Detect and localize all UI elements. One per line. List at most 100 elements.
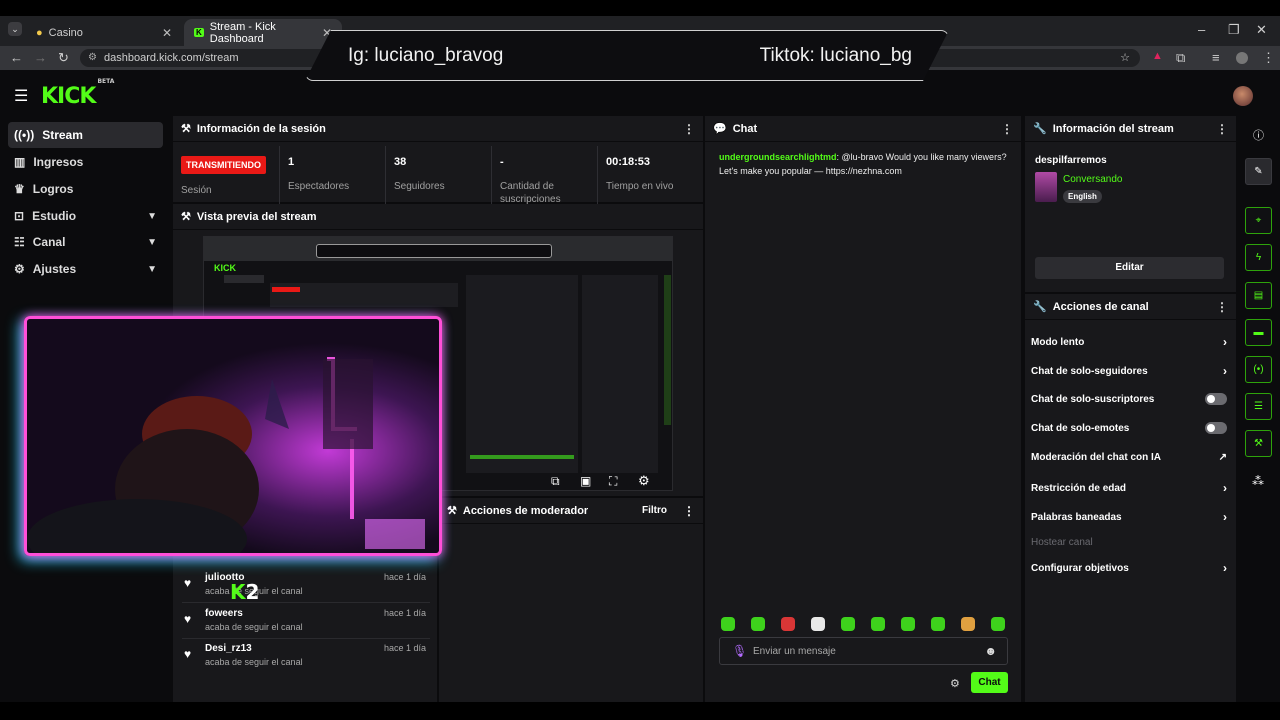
- edit-layout-button[interactable]: ✎: [1245, 158, 1272, 185]
- follower-time: hace 1 día: [383, 643, 426, 653]
- stat-label: Espectadores: [288, 181, 350, 192]
- lightning-icon: ϟ: [1255, 252, 1262, 263]
- sidebar-item-estudio[interactable]: ⊡ Estudio ▼: [8, 203, 163, 229]
- player-settings-icon[interactable]: ⚙: [638, 473, 650, 489]
- beta-tag: BETA: [97, 77, 115, 85]
- stat-followers: 38 Seguidores: [385, 146, 491, 204]
- pencil-icon: ✎: [1254, 166, 1263, 177]
- action-label: Palabras baneadas: [1031, 511, 1122, 523]
- widgets-icon[interactable]: ⁂: [1252, 474, 1264, 488]
- filter-button[interactable]: Filtro: [642, 505, 667, 516]
- action-ai-moderation[interactable]: Moderación del chat con IA ↗: [1031, 452, 1227, 463]
- emote-icon[interactable]: [811, 617, 825, 631]
- theater-mode-icon[interactable]: ▣: [580, 474, 591, 488]
- rail-broadcast-button[interactable]: (•): [1245, 356, 1272, 383]
- chevron-down-icon[interactable]: ▼: [147, 264, 157, 275]
- hamburger-menu-icon[interactable]: ☰: [14, 86, 28, 106]
- chevron-right-icon: ›: [1223, 561, 1227, 575]
- emote-icon[interactable]: [721, 617, 735, 631]
- action-followers-only[interactable]: Chat de solo-seguidores ›: [1031, 364, 1227, 378]
- rail-lightning-button[interactable]: ϟ: [1245, 244, 1272, 271]
- chevron-down-icon[interactable]: ▼: [147, 237, 157, 248]
- chevron-down-icon[interactable]: ▼: [147, 211, 157, 222]
- more-options-icon[interactable]: ⋮: [1216, 122, 1228, 136]
- sidebar-item-logros[interactable]: ♛ Logros: [8, 176, 163, 202]
- reload-icon[interactable]: ↻: [58, 50, 69, 66]
- sidebar-item-ajustes[interactable]: ⚙ Ajustes ▼: [8, 256, 163, 282]
- action-banned-words[interactable]: Palabras baneadas ›: [1031, 510, 1227, 524]
- action-label: Modo lento: [1031, 336, 1085, 348]
- site-info-icon[interactable]: ⚙: [88, 49, 97, 67]
- emotes-only-toggle[interactable]: [1205, 422, 1227, 434]
- heart-icon: ♥: [184, 576, 192, 590]
- live-badge: TRANSMITIENDO: [181, 156, 266, 174]
- send-chat-button[interactable]: Chat: [971, 672, 1008, 693]
- info-icon[interactable]: ⓘ: [1253, 127, 1264, 143]
- forward-icon[interactable]: →: [34, 50, 47, 65]
- browser-tab-kick[interactable]: K Stream - Kick Dashboard ✕: [184, 19, 342, 46]
- more-options-icon[interactable]: ⋮: [1216, 300, 1228, 314]
- session-info-panel: ⚒ Información de la sesión ⋮ TRANSMITIEN…: [173, 116, 703, 205]
- preview-overlay-bar: [316, 244, 552, 258]
- fullscreen-icon[interactable]: ⛶: [609, 474, 617, 489]
- more-options-icon[interactable]: ⋮: [1001, 122, 1013, 136]
- back-icon[interactable]: ←: [10, 50, 23, 65]
- emoji-picker-icon[interactable]: ☻: [984, 644, 997, 658]
- minimize-icon[interactable]: –: [1198, 22, 1205, 37]
- sidebar-item-stream[interactable]: ((•)) Stream: [8, 122, 163, 148]
- preview-sidebar-item: [224, 275, 264, 283]
- tab-search-icon[interactable]: ⌄: [8, 22, 22, 36]
- extensions-puzzle-icon[interactable]: ⧉: [1176, 50, 1185, 66]
- follower-action: acaba de seguir el canal: [205, 657, 303, 667]
- follower-name[interactable]: foweers: [205, 608, 243, 619]
- emote-icon[interactable]: [931, 617, 945, 631]
- emote-icon[interactable]: [991, 617, 1005, 631]
- app: ⌄ ● Casino ✕ K Stream - Kick Dashboard ✕…: [0, 0, 1280, 720]
- bookmark-star-icon[interactable]: ☆: [1120, 49, 1130, 67]
- kick-logo[interactable]: KICKBETA: [41, 78, 114, 109]
- chat-settings-icon[interactable]: ⚙: [950, 677, 960, 690]
- close-window-icon[interactable]: ✕: [1256, 22, 1267, 38]
- emote-icon[interactable]: [901, 617, 915, 631]
- more-options-icon[interactable]: ⋮: [683, 504, 695, 518]
- edit-stream-button[interactable]: Editar: [1035, 257, 1224, 279]
- url-text: dashboard.kick.com/stream: [104, 52, 239, 64]
- maximize-icon[interactable]: ❐: [1228, 22, 1240, 38]
- action-set-goals[interactable]: Configurar objetivos ›: [1031, 561, 1227, 575]
- subscribers-only-toggle[interactable]: [1205, 393, 1227, 405]
- emote-icon[interactable]: [871, 617, 885, 631]
- extension-icon[interactable]: ▲: [1152, 50, 1163, 62]
- action-slow-mode[interactable]: Modo lento ›: [1031, 335, 1227, 349]
- emote-icon[interactable]: [841, 617, 855, 631]
- rail-document-button[interactable]: ▤: [1245, 282, 1272, 309]
- sidebar-item-label: Estudio: [32, 209, 77, 223]
- sidebar-item-label: Canal: [32, 235, 66, 249]
- rail-session-button[interactable]: ⌖: [1245, 207, 1272, 234]
- category-name[interactable]: Conversando: [1063, 174, 1122, 185]
- rail-tools-button[interactable]: ⚒: [1245, 430, 1272, 457]
- rail-layout-button[interactable]: ☰: [1245, 393, 1272, 420]
- wrench-icon: 🔧: [1033, 123, 1047, 135]
- media-queue-icon[interactable]: ≡: [1212, 50, 1220, 65]
- rail-chat-button[interactable]: ▬: [1245, 319, 1272, 346]
- category-thumbnail[interactable]: [1035, 172, 1057, 202]
- chat-input[interactable]: 🎙 Enviar un mensaje ☻: [719, 637, 1008, 665]
- user-avatar[interactable]: [1233, 86, 1253, 106]
- chat-username[interactable]: undergroundsearchlightmd: [719, 152, 837, 162]
- emote-icon[interactable]: [781, 617, 795, 631]
- more-options-icon[interactable]: ⋮: [683, 122, 695, 136]
- emote-icon[interactable]: [961, 617, 975, 631]
- sidebar-item-ingresos[interactable]: ▥ Ingresos: [8, 149, 163, 175]
- preview-rail: [664, 275, 671, 425]
- microphone-icon[interactable]: 🎙: [732, 644, 747, 658]
- follower-name[interactable]: Desi_rz13: [205, 643, 252, 654]
- sidebar-item-canal[interactable]: ☷ Canal ▼: [8, 229, 163, 255]
- action-age-restriction[interactable]: Restricción de edad ›: [1031, 481, 1227, 495]
- follower-time: hace 1 día: [383, 572, 426, 582]
- browser-menu-icon[interactable]: ⋮: [1262, 50, 1275, 66]
- close-tab-icon[interactable]: ✕: [162, 26, 172, 40]
- browser-tab-casino[interactable]: ● Casino ✕: [26, 19, 182, 46]
- emote-icon[interactable]: [751, 617, 765, 631]
- profile-avatar[interactable]: [1236, 52, 1248, 64]
- picture-in-picture-icon[interactable]: ⧉: [551, 474, 560, 489]
